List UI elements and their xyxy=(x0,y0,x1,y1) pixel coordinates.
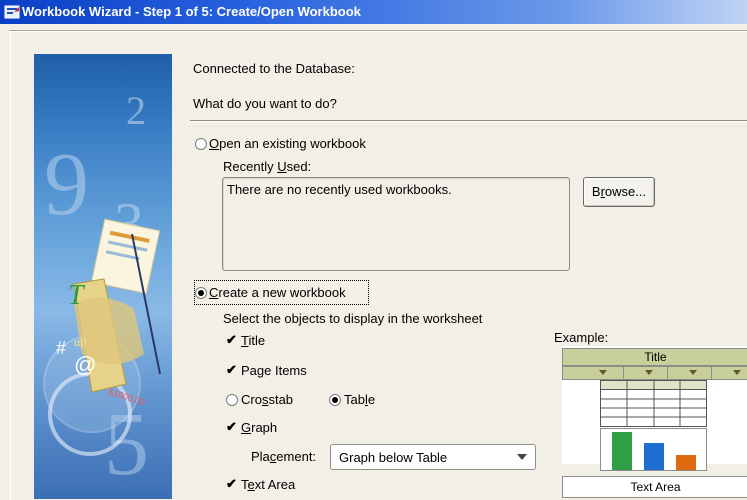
question-label: What do you want to do? xyxy=(193,96,337,111)
placement-value: Graph below Table xyxy=(339,450,448,465)
example-dropdown-icon xyxy=(689,370,697,375)
example-graph-icon xyxy=(600,428,707,471)
graph-checkbox[interactable]: ✔ xyxy=(226,420,238,433)
table-radio[interactable] xyxy=(329,394,341,406)
svg-text:αβ: αβ xyxy=(74,335,86,349)
recent-list-message: There are no recently used workbooks. xyxy=(227,182,452,197)
placement-label: Placement: xyxy=(251,449,317,464)
window-title-bar[interactable]: Workbook Wizard - Step 1 of 5: Create/Op… xyxy=(0,0,747,24)
example-page-items-bar xyxy=(562,366,747,380)
open-existing-label[interactable]: Open an existing workbook xyxy=(209,136,366,151)
example-dropdown-icon xyxy=(645,370,653,375)
crosstab-label[interactable]: Crosstab xyxy=(241,392,293,407)
svg-text:9: 9 xyxy=(44,135,89,234)
example-label: Example: xyxy=(554,330,609,345)
create-new-label[interactable]: Create a new workbook xyxy=(209,285,346,300)
wizard-side-image: 9 2 3 5 T # αβ @ $1000.00 xyxy=(34,54,172,499)
create-new-radio[interactable] xyxy=(195,287,207,299)
open-existing-radio[interactable] xyxy=(195,138,207,150)
table-label[interactable]: Table xyxy=(344,392,375,407)
example-text-area: Text Area xyxy=(562,476,747,498)
page-items-checkbox[interactable]: ✔ xyxy=(226,363,238,376)
recently-used-list[interactable]: There are no recently used workbooks. xyxy=(222,177,570,271)
svg-text:T: T xyxy=(68,280,86,311)
example-title: Title xyxy=(562,348,747,366)
window-title: Workbook Wizard - Step 1 of 5: Create/Op… xyxy=(22,4,361,19)
page-items-label[interactable]: Page Items xyxy=(241,363,307,378)
example-graph-bar xyxy=(612,432,632,470)
text-area-label[interactable]: Text Area xyxy=(241,477,295,492)
example-graph-bar xyxy=(676,455,696,470)
crosstab-radio[interactable] xyxy=(226,394,238,406)
recently-used-label: Recently Used: xyxy=(223,159,312,174)
svg-text:2: 2 xyxy=(126,88,146,133)
svg-text:@: @ xyxy=(74,352,96,377)
title-checkbox[interactable]: ✔ xyxy=(226,333,238,346)
wizard-illustration: 9 2 3 5 T # αβ @ $1000.00 xyxy=(43,88,161,494)
example-graph-bar xyxy=(644,443,664,470)
title-checkbox-label[interactable]: Title xyxy=(241,333,265,348)
placement-dropdown[interactable]: Graph below Table xyxy=(330,444,536,470)
wizard-window-icon xyxy=(4,5,20,19)
svg-text:#: # xyxy=(56,338,66,358)
browse-button[interactable]: Browse... xyxy=(583,177,655,207)
example-table-icon xyxy=(600,380,707,427)
chevron-down-icon xyxy=(517,454,527,460)
example-dropdown-icon xyxy=(733,370,741,375)
select-objects-label: Select the objects to display in the wor… xyxy=(223,311,483,326)
text-area-checkbox[interactable]: ✔ xyxy=(226,477,238,490)
connected-label: Connected to the Database: xyxy=(193,61,355,76)
graph-label[interactable]: Graph xyxy=(241,420,277,435)
example-dropdown-icon xyxy=(599,370,607,375)
